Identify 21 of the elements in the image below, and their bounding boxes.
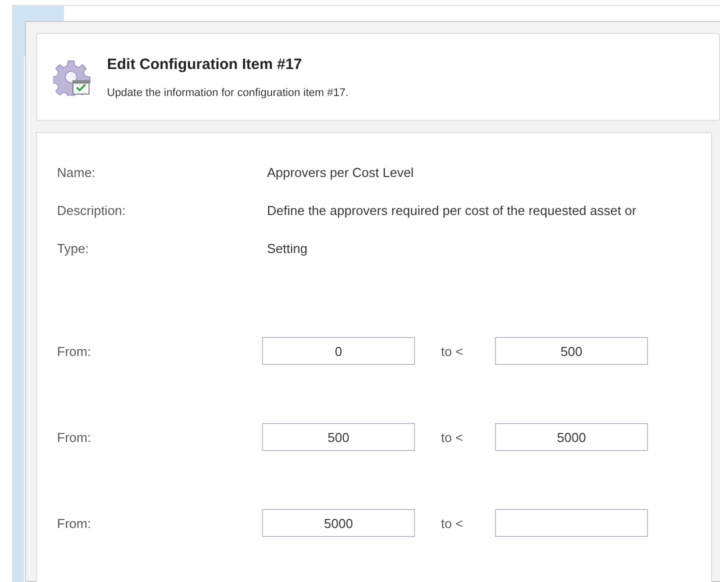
field-value: Approvers per Cost Level [267, 165, 414, 180]
field-value: Setting [267, 241, 308, 256]
gear-check-icon [53, 58, 91, 96]
field-value: Define the approvers required per cost of the requested asset or [267, 203, 636, 218]
to-input[interactable]: 5000 [495, 423, 648, 451]
to-label: to < [440, 344, 464, 358]
from-input[interactable]: 5000 [262, 509, 415, 537]
to-input[interactable] [495, 509, 648, 537]
dialog-subtitle: Update the information for configuration item #17. [107, 86, 349, 98]
from-input[interactable]: 0 [262, 337, 415, 365]
to-label: to < [440, 430, 464, 444]
field-label: Name: [57, 165, 96, 180]
field-label: Description: [57, 203, 127, 218]
from-label: From: [57, 430, 92, 444]
from-label: From: [57, 516, 92, 530]
dialog-title: Edit Configuration Item #17 [107, 56, 304, 72]
to-input[interactable]: 500 [495, 337, 648, 365]
from-input[interactable]: 500 [262, 423, 415, 451]
from-label: From: [57, 344, 92, 358]
to-label: to < [440, 516, 464, 530]
field-label: Type: [57, 241, 90, 256]
